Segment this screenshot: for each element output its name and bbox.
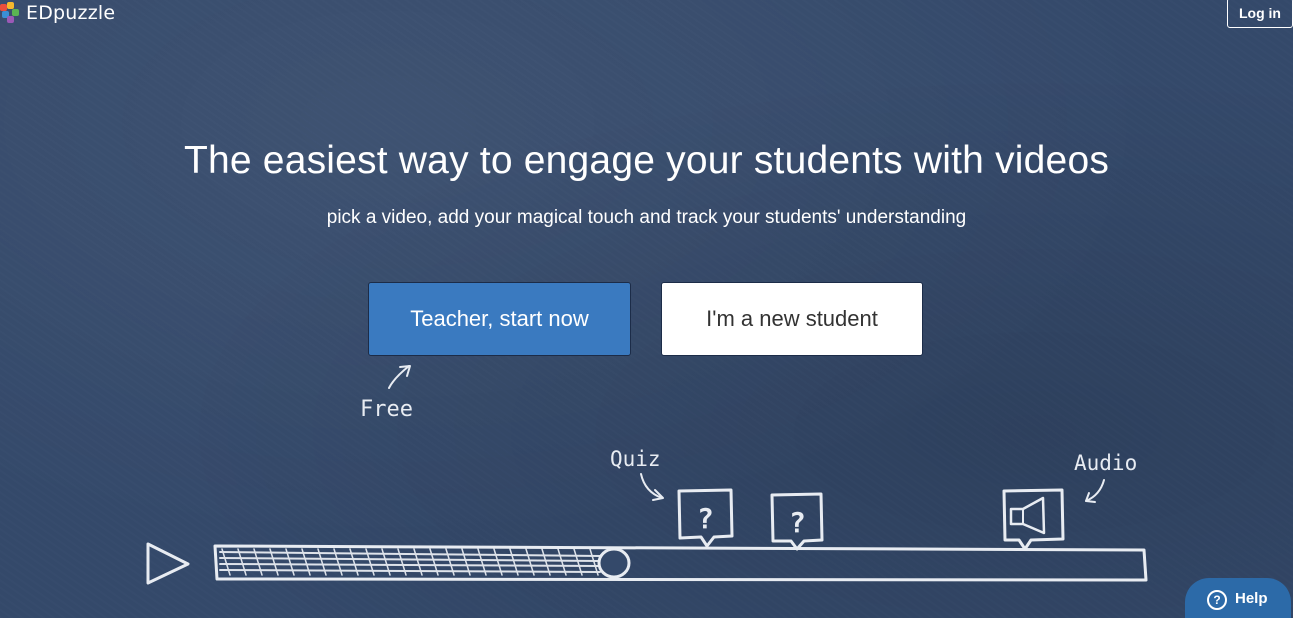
question-mark: ? (789, 506, 806, 539)
free-label: Free (360, 397, 413, 422)
chalk-illustration: Free Quiz Audio ? ? (146, 365, 1148, 585)
help-icon: ? (1207, 590, 1227, 610)
help-label: Help (1235, 590, 1268, 607)
audio-bubble (1002, 488, 1065, 551)
page-title: The easiest way to engage your students … (183, 139, 1110, 182)
video-timeline (213, 544, 1148, 582)
audio-arrow-icon (1085, 479, 1105, 503)
logo[interactable]: EDpuzzle (0, 0, 115, 26)
quiz-label: Quiz (610, 447, 661, 471)
logo-text: EDpuzzle (26, 2, 116, 24)
puzzle-logo-icon (0, 2, 20, 24)
audio-label: Audio (1074, 451, 1137, 475)
question-bubble-icon (770, 492, 824, 551)
free-arrow-icon (388, 365, 411, 389)
megaphone-icon (1009, 496, 1046, 535)
teacher-start-button[interactable]: Teacher, start now (368, 282, 631, 356)
question-bubble-icon (677, 488, 734, 548)
help-button[interactable]: ? Help (1185, 578, 1291, 618)
timeline-progress (219, 548, 601, 576)
quiz-arrow-icon (640, 473, 664, 501)
play-icon (146, 542, 190, 585)
page-subtitle: pick a video, add your magical touch and… (326, 207, 967, 228)
new-student-button[interactable]: I'm a new student (661, 282, 923, 356)
login-button[interactable]: Log in (1227, 0, 1293, 28)
question-mark: ? (697, 502, 714, 535)
timeline-playhead (597, 547, 631, 579)
